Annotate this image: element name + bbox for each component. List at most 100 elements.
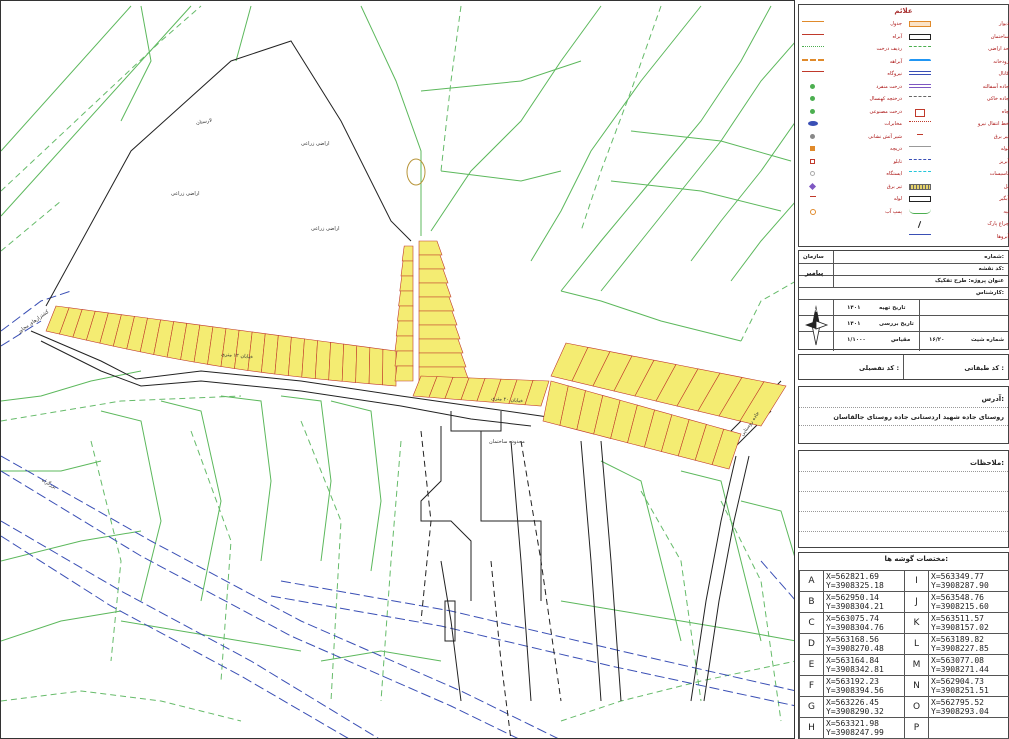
parcel-lot[interactable] (401, 245, 414, 262)
address-label: آدرس: (981, 395, 1005, 403)
legend-item: چاه (909, 107, 1009, 117)
legend-item: رودخانه (909, 57, 1009, 67)
parcel-lot[interactable] (382, 348, 397, 387)
legend-label: مخابرات (884, 121, 902, 127)
legend-symbol (909, 96, 931, 97)
legend-symbol (909, 183, 931, 190)
table-row: G X=563226.45 Y=3908290.32 O X=562795.52 Y=39… (799, 696, 1009, 718)
gray-dot-icon (802, 133, 824, 140)
legend-symbol (909, 58, 931, 63)
legend-label: آبراه (892, 33, 902, 40)
north-arrow-icon: N (805, 305, 829, 346)
gray-dashed-icon (909, 96, 931, 102)
parcel-lot[interactable] (418, 240, 443, 256)
legend-item: ساختمان (909, 32, 1009, 42)
x-value: X=563226.45 (826, 698, 879, 707)
blue-wave-icon (909, 58, 931, 65)
legend-item: چراغ پارک (909, 219, 1009, 229)
parcel-lot[interactable] (418, 268, 449, 284)
map-canvas[interactable]: لارستان اراضی زراعی اراضی زراعی اراضی زر… (0, 0, 795, 739)
legend-item: آبریز (909, 157, 1009, 167)
parcel-lot[interactable] (394, 335, 414, 352)
pond (406, 158, 426, 186)
corner-label: I (904, 570, 929, 592)
parcel-lot[interactable] (394, 350, 414, 367)
parcel-lot[interactable] (398, 290, 414, 307)
parcel-lot[interactable] (418, 352, 467, 368)
corner-label: G (799, 696, 824, 718)
corner-label: H (799, 717, 824, 739)
parcel-lot[interactable] (368, 347, 384, 386)
corner-xy: X=563077.08 Y=3908271.44 (928, 654, 1009, 676)
parcel-lot[interactable] (418, 296, 455, 312)
legend-label: لوله (1000, 146, 1009, 152)
legend-symbol (909, 71, 931, 75)
notes-block: ملاحظات: (798, 450, 1009, 548)
legend-item: تیر برق (909, 132, 1009, 142)
blue-double-line-icon (909, 71, 931, 77)
legend-symbol (909, 158, 931, 160)
y-value: Y=3908293.04 (931, 707, 989, 716)
legend-label: تاسیسات (989, 171, 1009, 177)
legend-symbol (810, 158, 815, 164)
parcel-lot[interactable] (341, 343, 358, 383)
legend-item: پمپ آب (802, 207, 902, 217)
parcel-lot[interactable] (399, 275, 414, 292)
x-value: X=563189.82 (931, 635, 984, 644)
orange-square-icon (802, 146, 824, 152)
parcel-lot[interactable] (394, 365, 414, 382)
legend-item: لوله (802, 194, 902, 204)
legend-label: چراغ پارک (987, 221, 1009, 227)
green-dotted-line-icon (802, 46, 824, 52)
green-dot-icon (802, 108, 824, 115)
x-value: X=563321.98 (826, 719, 879, 728)
legend-symbol (810, 171, 815, 176)
legend-symbol (810, 96, 815, 101)
date-value: ۱۴۰۱ (847, 305, 861, 311)
red-arrow-line-icon (802, 71, 824, 77)
legend: علائم جدول آبراه ردیف درخت آبراهه نیروگاه درخ… (798, 4, 1009, 247)
parcel-lot[interactable] (314, 340, 331, 381)
project-title: عنوان پروژه: طرح تفکیک (935, 278, 1004, 284)
legend-item: آبگیر (909, 194, 1009, 204)
x-value: X=562904.73 (931, 677, 984, 686)
corner-xy: X=563226.45 Y=3908290.32 (823, 696, 905, 718)
red-t-icon (909, 133, 931, 140)
coords-table: A X=562821.69 Y=3908325.18 I X=563349.77 Y=39… (799, 570, 1009, 739)
parcel-lot[interactable] (418, 310, 458, 326)
map-label-field-2: اراضی زراعی (171, 191, 200, 197)
legend-label: جاده آسفالته (982, 83, 1009, 90)
corner-label: J (904, 591, 929, 613)
coords-title: مختصات گوشه ها: (884, 555, 948, 563)
parcel-lot[interactable] (397, 305, 414, 322)
legend-item: دریچه (802, 144, 902, 154)
green-curve-icon (909, 209, 931, 215)
red-t-icon (802, 196, 824, 202)
parcel-lot[interactable] (301, 338, 318, 379)
parcel-lot[interactable] (418, 254, 446, 270)
legend-label: پل (1003, 183, 1009, 190)
parcel-lot[interactable] (418, 324, 461, 340)
x-value: X=562795.52 (931, 698, 984, 707)
legend-item: دیوار (909, 19, 1009, 29)
date-label-2: تاریخ بررسی (879, 321, 914, 327)
legend-item: نیروگاه (802, 69, 902, 79)
corner-xy: X=563075.74 Y=3908304.76 (823, 612, 905, 634)
corner-label: B (799, 591, 824, 613)
parcel-map (1, 5, 794, 738)
legend-symbol (802, 46, 824, 47)
y-value: Y=3908157.02 (931, 623, 989, 632)
parcel-lot[interactable] (418, 338, 464, 354)
parcel-lot[interactable] (355, 345, 371, 385)
legend-symbol (909, 209, 931, 214)
legend-item: ایستگاه (802, 169, 902, 179)
parcel-lot[interactable] (328, 342, 345, 382)
parcel-lot[interactable] (400, 260, 414, 277)
y-value: Y=3908227.85 (931, 644, 989, 653)
parcel-lot[interactable] (418, 282, 452, 298)
parcel-lot[interactable] (395, 320, 414, 337)
legend-label: ایستگاه (886, 171, 902, 177)
corner-label: M (904, 654, 929, 676)
black-box-icon (909, 196, 931, 202)
legend-item: تیر برق (802, 182, 902, 192)
